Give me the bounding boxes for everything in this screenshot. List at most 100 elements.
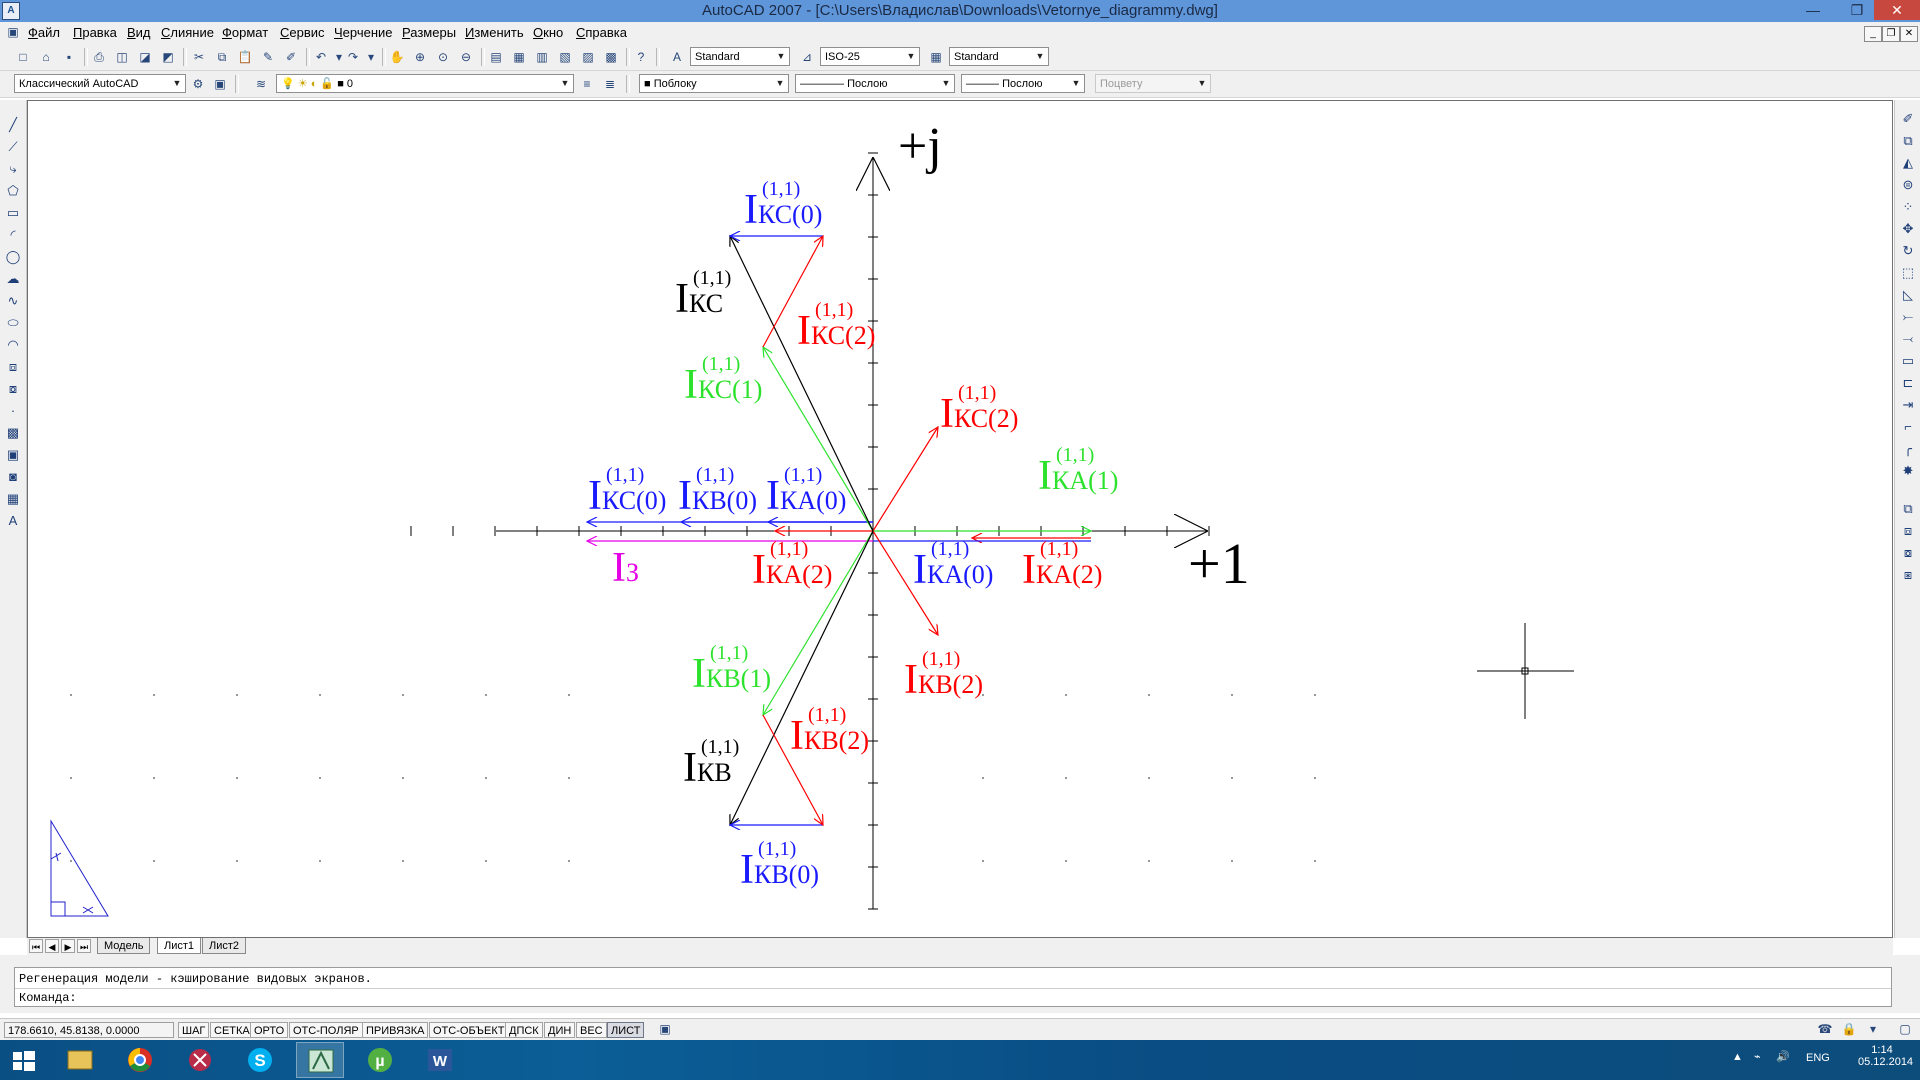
ellipse-arc-icon[interactable]: ◠ — [4, 336, 22, 354]
join-icon[interactable]: ⇥ — [1899, 396, 1917, 414]
paste-icon[interactable]: 📋 — [236, 48, 254, 66]
document-icon[interactable]: ▣ — [4, 23, 22, 41]
publish-icon[interactable]: ◪ — [136, 48, 154, 66]
prev-tab-button[interactable]: ◀ — [45, 939, 59, 953]
layer-previous-icon[interactable]: ≣ — [601, 75, 619, 93]
start-button[interactable] — [0, 1042, 46, 1078]
properties-icon[interactable]: ▤ — [487, 48, 505, 66]
workspace-select[interactable]: Классический AutoCAD ▼ — [14, 74, 186, 93]
make-block-icon[interactable]: ⧇ — [4, 380, 22, 398]
workspace-settings-icon[interactable]: ⚙ — [189, 75, 207, 93]
menu-edit[interactable]: Правка — [73, 25, 117, 40]
plot-icon[interactable]: ⎙ — [90, 48, 108, 66]
clean-screen-icon[interactable]: ▢ — [1896, 1020, 1914, 1038]
break-icon[interactable]: ⊏ — [1899, 374, 1917, 392]
command-box[interactable]: Регенерация модели - кэширование видовых… — [14, 967, 1892, 1007]
show-hidden-icons[interactable]: ▲ — [1732, 1051, 1743, 1063]
paper-toggle[interactable]: ЛИСТ — [607, 1022, 645, 1038]
file-explorer-app[interactable] — [56, 1042, 104, 1078]
maximize-viewport-icon[interactable]: ▣ — [656, 1020, 674, 1038]
lineweight-select[interactable]: ——— Послою ▼ — [961, 74, 1085, 93]
sheet-set-icon[interactable]: ▧ — [556, 48, 574, 66]
revision-cloud-icon[interactable]: ☁ — [4, 270, 22, 288]
polygon-icon[interactable]: ⬠ — [4, 182, 22, 200]
osnap-toggle[interactable]: ПРИВЯЗКА — [362, 1022, 429, 1038]
save-icon[interactable]: ▪ — [60, 48, 78, 66]
dyn-toggle[interactable]: ДИН — [544, 1022, 576, 1038]
ducs-toggle[interactable]: ДПСК — [505, 1022, 543, 1038]
copy-icon[interactable]: ⧉ — [213, 48, 231, 66]
arc-icon[interactable]: ◜ — [4, 226, 22, 244]
menu-modify[interactable]: Изменить — [465, 25, 524, 40]
last-tab-button[interactable]: ⏭ — [77, 939, 91, 953]
open-icon[interactable]: ⌂ — [37, 48, 55, 66]
zoom-realtime-icon[interactable]: ⊕ — [411, 48, 429, 66]
menu-file[interactable]: Файл — [28, 25, 60, 40]
construction-line-icon[interactable]: ⟋ — [4, 138, 22, 156]
break-at-point-icon[interactable]: ▭ — [1899, 352, 1917, 370]
new-icon[interactable]: □ — [14, 48, 32, 66]
lwt-toggle[interactable]: ВЕС — [576, 1022, 607, 1038]
line-icon[interactable]: ╱ — [4, 116, 22, 134]
menu-tools[interactable]: Сервис — [280, 25, 325, 40]
menu-format[interactable]: Формат — [222, 25, 268, 40]
coordinates-display[interactable]: 178.6610, 45.8138, 0.0000 — [4, 1022, 174, 1038]
table-style-select[interactable]: Standard ▼ — [949, 47, 1049, 66]
explode-icon[interactable]: ✸ — [1899, 462, 1917, 480]
circle-icon[interactable]: ◯ — [4, 248, 22, 266]
match-properties-icon[interactable]: ✎ — [259, 48, 277, 66]
menu-merge[interactable]: Слияние — [161, 25, 214, 40]
command-prompt[interactable]: Команда: — [19, 991, 77, 1005]
utorrent-app[interactable]: µ — [356, 1042, 404, 1078]
layer-select[interactable]: 💡 ☀ ◐ 🔓 ■ 0 ▼ — [276, 74, 574, 93]
calculator-icon[interactable]: ▩ — [602, 48, 620, 66]
workspace-save-icon[interactable]: ▣ — [211, 75, 229, 93]
zoom-previous-icon[interactable]: ⊖ — [457, 48, 475, 66]
draw-order-under-icon[interactable]: ⧆ — [1899, 566, 1917, 584]
menu-help[interactable]: Справка — [576, 25, 627, 40]
doc-minimize-button[interactable]: _ — [1864, 26, 1882, 42]
autocad-app[interactable] — [296, 1042, 344, 1078]
mirror-icon[interactable]: ◭ — [1899, 154, 1917, 172]
menu-draw[interactable]: Черчение — [334, 25, 393, 40]
dim-style-icon[interactable]: ⊿ — [798, 48, 816, 66]
chamfer-icon[interactable]: ⌐ — [1899, 418, 1917, 436]
help-icon[interactable]: ? — [632, 48, 650, 66]
snipping-tool-app[interactable] — [176, 1042, 224, 1078]
preview-icon[interactable]: ◫ — [113, 48, 131, 66]
snap-toggle[interactable]: ШАГ — [178, 1022, 210, 1038]
fillet-icon[interactable]: ╭ — [1899, 440, 1917, 458]
layer-manager-icon[interactable]: ≋ — [252, 75, 270, 93]
network-icon[interactable]: ⌁ — [1754, 1050, 1761, 1063]
color-select[interactable]: ■ Поблоку ▼ — [639, 74, 789, 93]
status-menu-icon[interactable]: ▾ — [1864, 1020, 1882, 1038]
insert-block-icon[interactable]: ⧈ — [4, 358, 22, 376]
block-editor-icon[interactable]: ✐ — [282, 48, 300, 66]
trim-icon[interactable]: ⤚ — [1899, 308, 1917, 326]
menu-window[interactable]: Окно — [533, 25, 563, 40]
stretch-icon[interactable]: ◺ — [1899, 286, 1917, 304]
cut-icon[interactable]: ✂ — [190, 48, 208, 66]
polar-toggle[interactable]: ОТС-ПОЛЯР — [289, 1022, 363, 1038]
grid-toggle[interactable]: СЕТКА — [210, 1022, 254, 1038]
text-style-icon[interactable]: A — [668, 48, 686, 66]
next-tab-button[interactable]: ▶ — [61, 939, 75, 953]
move-icon[interactable]: ✥ — [1899, 220, 1917, 238]
close-button[interactable]: ✕ — [1874, 0, 1920, 20]
word-app[interactable]: W — [416, 1042, 464, 1078]
minimize-button[interactable]: — — [1798, 0, 1828, 20]
copy-object-icon[interactable]: ⧉ — [1899, 132, 1917, 150]
tab-model[interactable]: Модель — [97, 938, 151, 954]
table-icon[interactable]: ▦ — [4, 490, 22, 508]
otrack-toggle[interactable]: ОТС-ОБЪЕКТ — [429, 1022, 509, 1038]
gradient-icon[interactable]: ▣ — [4, 446, 22, 464]
hatch-icon[interactable]: ▩ — [4, 424, 22, 442]
extend-icon[interactable]: ⤙ — [1899, 330, 1917, 348]
tab-layout2[interactable]: Лист2 — [202, 938, 247, 954]
clock[interactable]: 1:14 05.12.2014 — [1858, 1044, 1913, 1068]
skype-app[interactable]: S — [236, 1042, 284, 1078]
array-icon[interactable]: ⁘ — [1899, 198, 1917, 216]
first-tab-button[interactable]: ⏮ — [29, 939, 43, 953]
multiline-text-icon[interactable]: A — [4, 512, 22, 530]
draw-order-front-icon[interactable]: ⧉ — [1899, 500, 1917, 518]
